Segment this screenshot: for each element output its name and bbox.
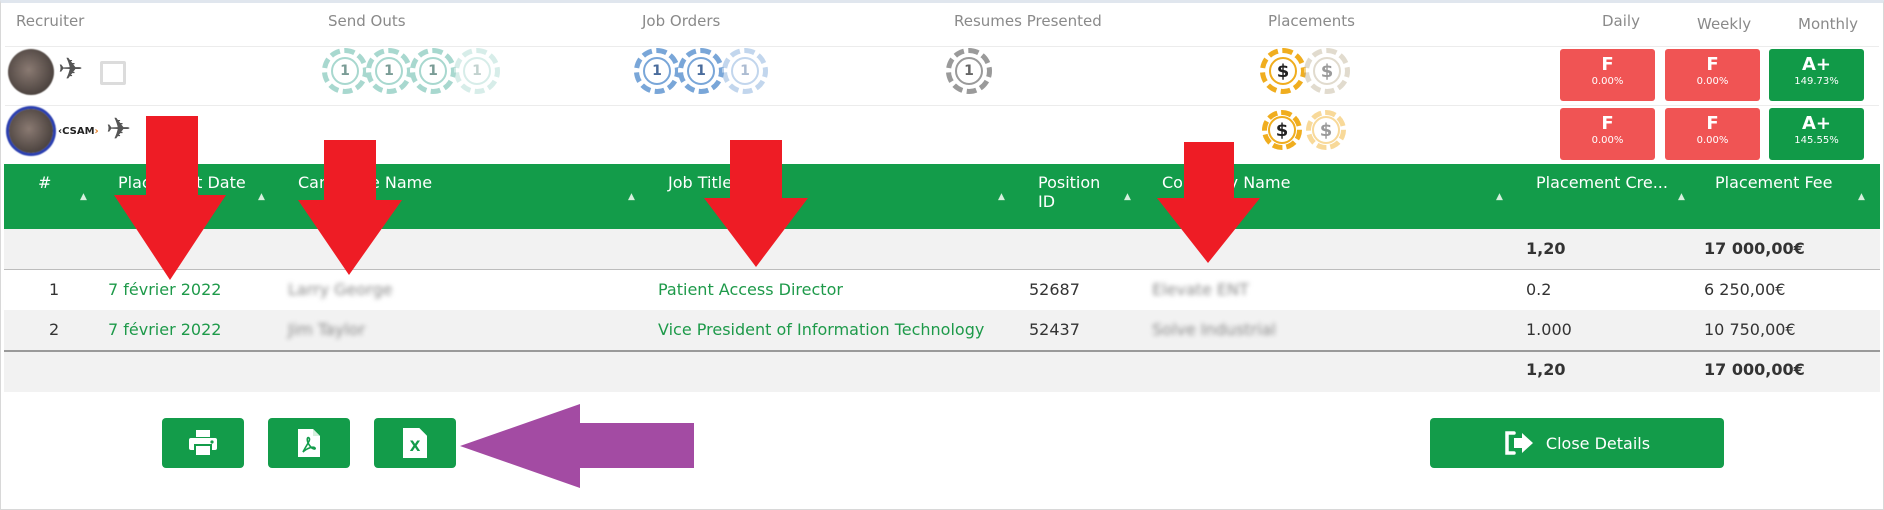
table-row: 2 7 février 2022 Jim Taylor Vice Preside… <box>4 310 1880 350</box>
daily-grade-badge: F 0.00% <box>1560 49 1655 101</box>
col-header-placement-fee[interactable]: Placement Fee <box>1715 173 1832 192</box>
col-header-daily: Daily <box>1602 12 1640 30</box>
resume-chip-icon[interactable]: 1 <box>946 48 992 94</box>
printer-icon <box>189 430 217 457</box>
col-header-candidate-name[interactable]: Candidate Name <box>298 173 432 192</box>
placement-credit: 0.2 <box>1526 280 1552 299</box>
col-header-job-orders: Job Orders <box>642 12 721 30</box>
col-header-placement-date[interactable]: Placement Date <box>118 173 246 192</box>
sort-arrow-icon[interactable]: ▲ <box>1858 192 1865 202</box>
placement-fee: 10 750,00€ <box>1704 320 1796 339</box>
candidate-name-link[interactable]: Jim Taylor <box>288 320 365 340</box>
sign-out-icon <box>1505 431 1533 455</box>
placement-chip-icon[interactable]: $ <box>1260 48 1306 94</box>
placement-chip-icon[interactable]: $ <box>1262 110 1302 150</box>
sort-arrow-icon[interactable]: ▲ <box>1678 192 1685 202</box>
airplane-icon: ✈ <box>58 52 84 87</box>
close-details-label: Close Details <box>1545 433 1651 453</box>
weekly-grade-badge: F 0.00% <box>1665 49 1760 101</box>
job-order-chip-icon[interactable]: 1 <box>634 48 680 94</box>
placement-date-link[interactable]: 7 février 2022 <box>108 320 221 340</box>
table-row: 1 7 février 2022 Larry George Patient Ac… <box>4 270 1880 310</box>
sort-arrow-icon[interactable]: ▲ <box>258 192 265 202</box>
col-header-monthly: Monthly <box>1798 15 1859 33</box>
airplane-icon: ✈ <box>106 112 132 147</box>
send-out-chip-icon[interactable]: 1 <box>410 48 456 94</box>
summary-credit: 1,20 <box>1526 239 1566 258</box>
col-header-placements: Placements <box>1268 12 1355 30</box>
job-order-chip-icon[interactable]: 1 <box>678 48 724 94</box>
summary-fee: 17 000,00€ <box>1704 239 1805 258</box>
placement-chip-partial-icon[interactable]: $ <box>1304 48 1350 94</box>
sort-arrow-icon[interactable]: ▲ <box>80 192 87 202</box>
col-header-company-name[interactable]: Company Name <box>1162 173 1290 192</box>
candidate-name-link[interactable]: Larry George <box>288 280 392 300</box>
sort-arrow-icon[interactable]: ▲ <box>1124 192 1131 202</box>
col-header-job-title[interactable]: Job Title <box>668 173 732 192</box>
col-header-recruiter: Recruiter <box>16 12 85 30</box>
weekly-grade-badge: F 0.00% <box>1665 108 1760 160</box>
sort-arrow-icon[interactable]: ▲ <box>1496 192 1503 202</box>
pdf-file-icon <box>298 429 320 457</box>
summary-credit: 1,20 <box>1526 360 1566 379</box>
row-number: 1 <box>49 280 60 299</box>
placement-date-link[interactable]: 7 février 2022 <box>108 280 221 300</box>
close-details-button[interactable]: Close Details <box>1430 418 1724 468</box>
company-logo: ‹CSAM› <box>58 126 99 137</box>
send-out-chip-partial-icon[interactable]: 1 <box>454 48 500 94</box>
table-header: # ▲ Placement Date ▲ Candidate Name ▲ Jo… <box>4 164 1880 229</box>
job-title-link[interactable]: Patient Access Director <box>658 280 843 300</box>
col-header-weekly: Weekly <box>1697 15 1752 33</box>
col-header-resumes-presented: Resumes Presented <box>954 12 1102 30</box>
export-excel-button[interactable]: X <box>374 418 456 468</box>
send-out-chip-icon[interactable]: 1 <box>366 48 412 94</box>
placement-chip-partial-icon[interactable]: $ <box>1306 110 1346 150</box>
summary-fee: 17 000,00€ <box>1704 360 1805 379</box>
summary-row-top: 1,20 17 000,00€ <box>4 229 1880 269</box>
divider <box>5 46 1879 47</box>
print-button[interactable] <box>162 418 244 468</box>
excel-file-icon: X <box>403 428 427 458</box>
summary-row-bottom: 1,20 17 000,00€ <box>4 352 1880 392</box>
export-pdf-button[interactable] <box>268 418 350 468</box>
placement-fee: 6 250,00€ <box>1704 280 1786 299</box>
placement-credit: 1.000 <box>1526 320 1572 339</box>
sort-arrow-icon[interactable]: ▲ <box>628 192 635 202</box>
avatar[interactable] <box>8 49 54 95</box>
col-header-position-id[interactable]: Position ID <box>1038 173 1100 211</box>
gift-icon <box>100 61 126 85</box>
send-out-chip-icon[interactable]: 1 <box>322 48 368 94</box>
company-name-link[interactable]: Elevate ENT <box>1152 280 1249 300</box>
sort-arrow-icon[interactable]: ▲ <box>998 192 1005 202</box>
job-order-chip-partial-icon[interactable]: 1 <box>722 48 768 94</box>
row-number: 2 <box>49 320 60 339</box>
col-header-send-outs: Send Outs <box>328 12 406 30</box>
divider <box>5 105 1879 106</box>
job-title-link[interactable]: Vice President of Information Technology <box>658 320 984 340</box>
col-header-number[interactable]: # <box>38 173 51 192</box>
company-name-link[interactable]: Solve Industrial <box>1152 320 1276 340</box>
monthly-grade-badge: A+ 149.73% <box>1769 49 1864 101</box>
daily-grade-badge: F 0.00% <box>1560 108 1655 160</box>
position-id: 52437 <box>1029 320 1080 339</box>
avatar[interactable] <box>9 109 53 153</box>
col-header-placement-credit[interactable]: Placement Cre... <box>1536 173 1668 192</box>
position-id: 52687 <box>1029 280 1080 299</box>
monthly-grade-badge: A+ 145.55% <box>1769 108 1864 160</box>
